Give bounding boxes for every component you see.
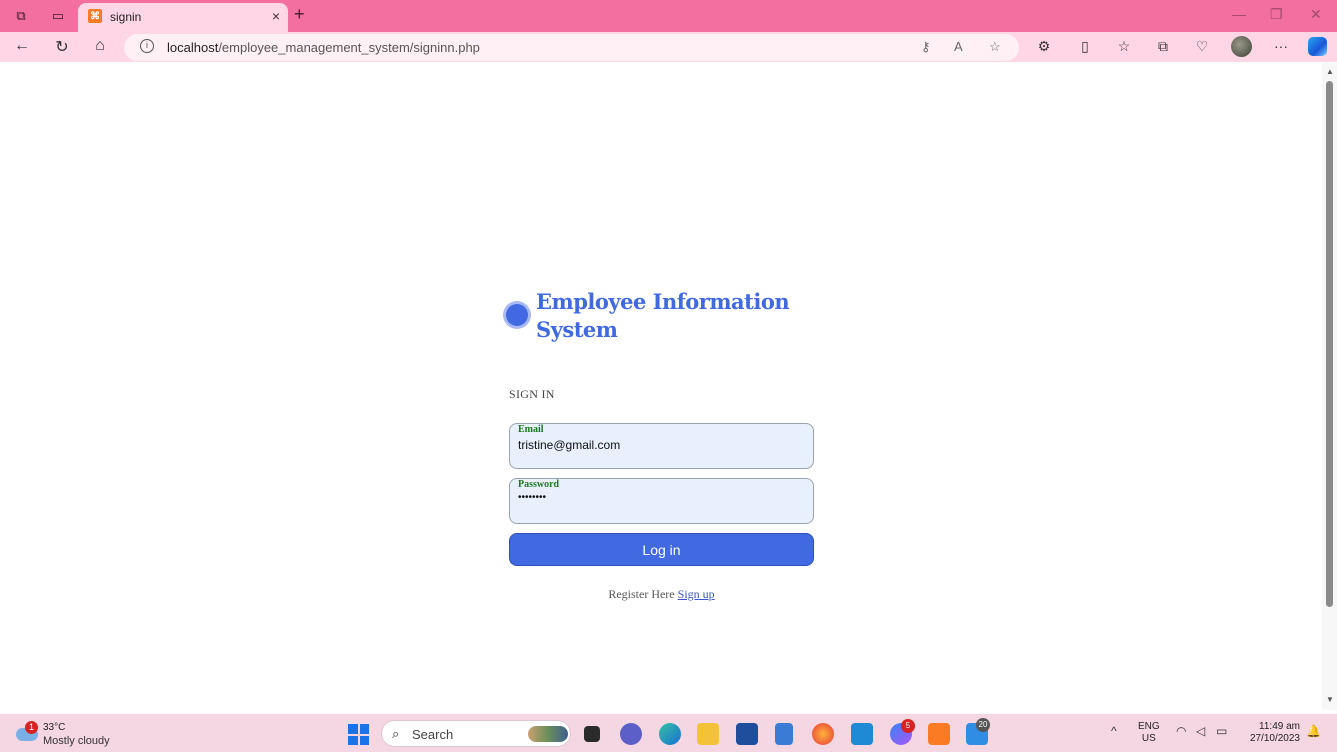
scrollbar-thumb[interactable] — [1326, 81, 1333, 607]
extensions-icon[interactable]: ⚙ — [1034, 38, 1054, 55]
tab-title: signin — [110, 10, 142, 24]
weather-condition: Mostly cloudy — [43, 735, 110, 747]
scroll-down-icon[interactable]: ▼ — [1326, 695, 1334, 704]
xampp-icon[interactable] — [928, 723, 950, 745]
back-icon[interactable]: ← — [12, 37, 32, 55]
browser-tab-bar: ⧉ ▭ ⌘ signin × + — ❐ ✕ — [0, 0, 1337, 32]
profile-avatar[interactable] — [1231, 36, 1252, 57]
windows-taskbar: 1 33°C Mostly cloudy ⌕ Search 5 20 ^ ENG… — [0, 714, 1337, 752]
url-host: localhost — [167, 40, 219, 55]
home-icon[interactable]: ⌂ — [90, 37, 110, 55]
signup-link[interactable]: Sign up — [678, 587, 715, 601]
lang-secondary: US — [1141, 733, 1156, 744]
clock[interactable]: 11:49 am 27/10/2023 — [1244, 721, 1300, 745]
read-aloud-icon[interactable]: A — [954, 39, 963, 54]
key-icon[interactable]: ⚷ — [921, 39, 931, 55]
notepad-icon[interactable] — [775, 723, 793, 745]
workspaces-icon[interactable]: ⧉ — [12, 7, 30, 25]
signin-form: SIGN IN Email tristine@gmail.com Passwor… — [509, 387, 814, 601]
chat-icon[interactable] — [620, 723, 642, 745]
search-placeholder: Search — [412, 727, 454, 742]
password-field[interactable]: Password •••••••• — [509, 478, 814, 524]
tab-actions-icon[interactable]: ▭ — [49, 7, 67, 25]
edge-icon[interactable] — [659, 723, 681, 745]
collections-icon[interactable]: ⧉ — [1153, 38, 1173, 55]
volume-icon[interactable]: ◁ — [1196, 724, 1205, 738]
login-button[interactable]: Log in — [509, 533, 814, 566]
url-path: /employee_management_system/signinn.php — [218, 40, 480, 55]
register-text: Register Here — [608, 587, 675, 601]
clock-time: 11:49 am — [1259, 721, 1300, 732]
copilot-icon[interactable] — [1308, 37, 1327, 56]
language-indicator[interactable]: ENG US — [1138, 721, 1160, 745]
split-screen-icon[interactable]: ▯ — [1075, 38, 1095, 55]
search-highlight-icon[interactable] — [528, 726, 568, 742]
window-close-icon[interactable]: ✕ — [1310, 6, 1322, 23]
battery-icon[interactable]: ▭ — [1216, 724, 1227, 738]
site-info-icon[interactable]: i — [140, 39, 154, 53]
task-view-icon[interactable] — [584, 726, 600, 742]
brand-logo-icon — [506, 304, 528, 326]
favorite-star-icon[interactable]: ☆ — [989, 39, 1001, 55]
restore-icon[interactable]: ❐ — [1270, 6, 1283, 23]
start-button[interactable] — [348, 724, 369, 745]
browser-essentials-icon[interactable]: ♡ — [1192, 38, 1212, 55]
show-hidden-icons-chevron-icon[interactable]: ^ — [1111, 724, 1117, 738]
weather-badge: 1 — [25, 721, 38, 734]
xampp-favicon-icon: ⌘ — [88, 9, 102, 23]
signin-heading: SIGN IN — [509, 387, 555, 401]
new-tab-button[interactable]: + — [294, 4, 305, 25]
favorites-icon[interactable]: ☆ — [1114, 38, 1134, 55]
scroll-up-icon[interactable]: ▲ — [1326, 67, 1334, 76]
firefox-icon[interactable] — [812, 723, 834, 745]
password-label: Password — [518, 479, 560, 490]
lang-primary: ENG — [1138, 721, 1160, 732]
email-field[interactable]: Email tristine@gmail.com — [509, 423, 814, 469]
mail-badge: 20 — [976, 718, 990, 732]
address-bar[interactable]: i localhost/employee_management_system/s… — [124, 34, 1019, 61]
clock-date: 27/10/2023 — [1249, 733, 1300, 744]
messenger-badge: 5 — [901, 719, 915, 733]
more-menu-icon[interactable]: ··· — [1271, 38, 1291, 54]
minimize-icon[interactable]: — — [1232, 6, 1246, 22]
email-label: Email — [518, 424, 544, 435]
store-icon[interactable] — [736, 723, 758, 745]
search-icon: ⌕ — [392, 726, 400, 741]
wifi-icon[interactable]: ◠ — [1176, 724, 1186, 738]
tab-signin[interactable]: ⌘ signin × — [78, 3, 288, 32]
brand-name: Employee Information System — [536, 289, 790, 342]
register-line: Register Here Sign up — [509, 587, 814, 602]
notification-bell-icon[interactable]: 🔔 — [1306, 724, 1321, 738]
url-text: localhost/employee_management_system/sig… — [167, 40, 480, 55]
weather-temp: 33°C — [43, 722, 66, 733]
browser-toolbar: ← ↻ ⌂ i localhost/employee_management_sy… — [0, 32, 1337, 62]
vscode-icon[interactable] — [851, 723, 873, 745]
page-scrollbar[interactable]: ▲ ▼ — [1322, 63, 1337, 710]
password-value[interactable]: •••••••• — [518, 492, 546, 503]
refresh-icon[interactable]: ↻ — [52, 37, 72, 57]
tab-close-icon[interactable]: × — [272, 8, 280, 24]
email-value[interactable]: tristine@gmail.com — [518, 438, 620, 452]
file-explorer-icon[interactable] — [697, 723, 719, 745]
